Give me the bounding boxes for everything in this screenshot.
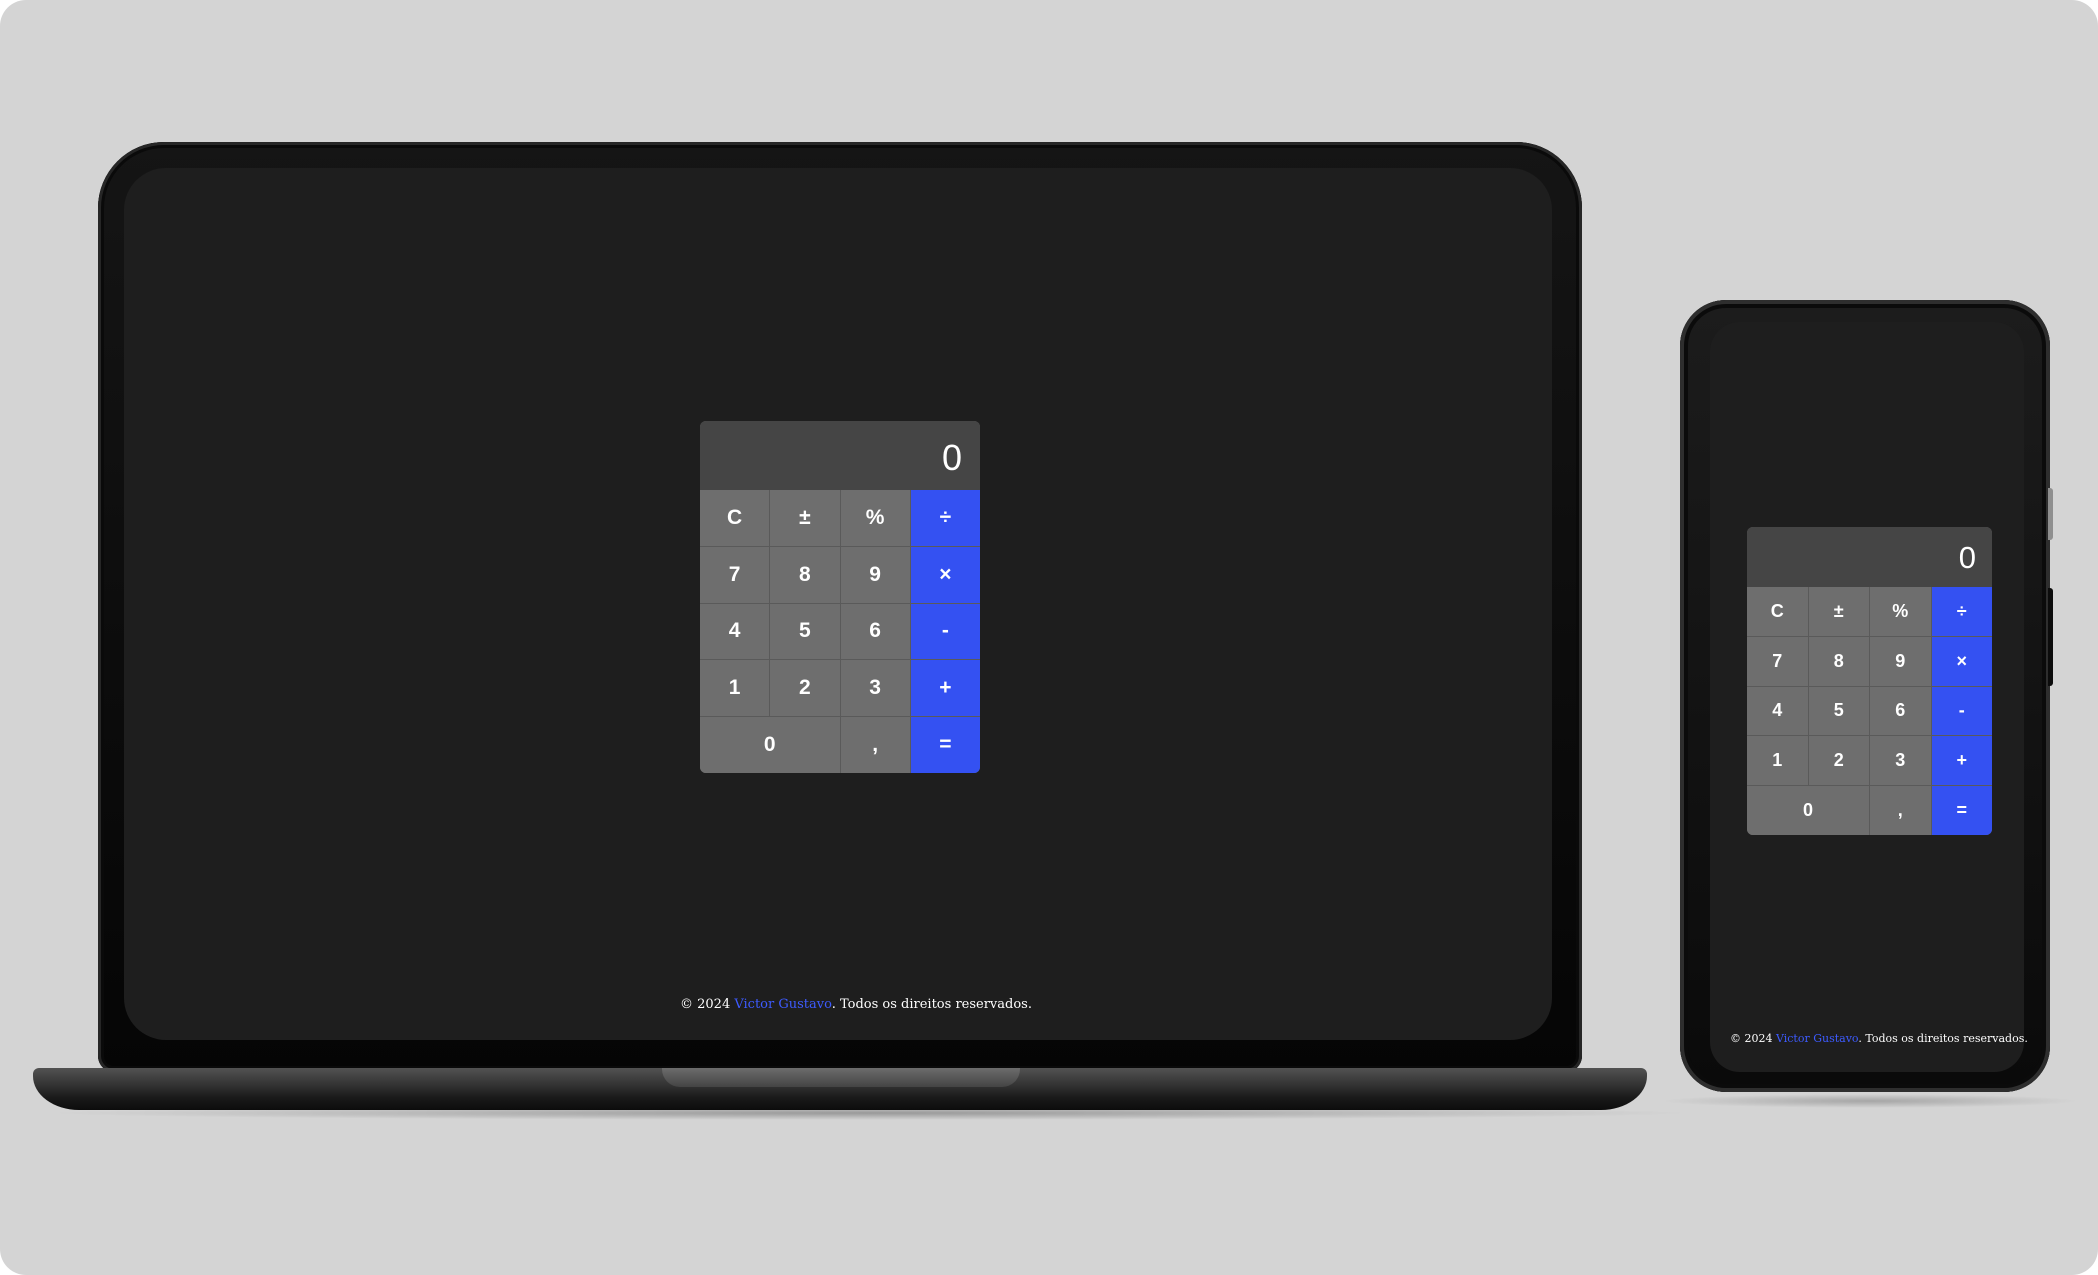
subtract-key[interactable]: -: [910, 603, 980, 660]
mockup-background: 0 C ±% ÷ 7 8 9 × 4 5 6-1 2 3 +0, = © 2024 Victor Gust…: [0, 0, 2098, 1275]
sign-key[interactable]: ±: [770, 490, 840, 546]
calculator-keypad: C ±% ÷ 7 8 9 × 4 5 6- 1 2 3 +0, =: [700, 490, 980, 773]
footer-copyright: © 2024: [680, 997, 735, 1012]
digit-0-key[interactable]: 0: [700, 717, 840, 773]
laptop-footer: © 2024 Victor Gustavo. Todos os direitos…: [680, 997, 1032, 1012]
digit-0-key[interactable]: 0: [1747, 786, 1869, 835]
footer-rights: . Todos os direitos reservados.: [1858, 1032, 2028, 1045]
percent-key[interactable]: %: [1870, 587, 1931, 636]
add-key[interactable]: +: [910, 660, 980, 717]
phone-shadow: [1660, 1094, 2080, 1108]
footer-author-link[interactable]: Victor Gustavo: [734, 997, 831, 1012]
digit-6-key[interactable]: 6: [1870, 686, 1931, 736]
phone-side-button: [2048, 488, 2053, 540]
footer-copyright: © 2024: [1730, 1032, 1776, 1045]
digit-1-key[interactable]: 1: [1747, 736, 1808, 786]
subtract-key[interactable]: -: [1931, 686, 1992, 736]
multiply-key[interactable]: ×: [910, 546, 980, 603]
phone-footer: © 2024 Victor Gustavo. Todos os direitos…: [1730, 1032, 2028, 1045]
add-key[interactable]: +: [1931, 736, 1992, 786]
multiply-key[interactable]: ×: [1931, 636, 1992, 686]
calculator-display: 0: [700, 421, 980, 490]
digit-4-key[interactable]: 4: [700, 603, 770, 660]
digit-8-key[interactable]: 8: [770, 546, 840, 603]
digit-3-key[interactable]: 3: [840, 660, 910, 717]
decimal-key[interactable]: ,: [840, 717, 910, 773]
digit-7-key[interactable]: 7: [700, 546, 770, 603]
digit-2-key[interactable]: 2: [770, 660, 840, 717]
clear-key[interactable]: C: [1747, 587, 1808, 636]
calculator-display: 0: [1747, 527, 1992, 587]
digit-7-key[interactable]: 7: [1747, 636, 1808, 686]
phone-power-button: [2048, 588, 2053, 686]
phone-calculator: 0 C ±% ÷ 7 8 9 × 4 5 6- 1 2 3 +0, =: [1747, 527, 1992, 835]
divide-key[interactable]: ÷: [910, 490, 980, 546]
calculator-keypad: C ±% ÷ 7 8 9 × 4 5 6- 1 2 3 +0, =: [1747, 587, 1992, 835]
footer-author-link[interactable]: Victor Gustavo: [1776, 1032, 1858, 1045]
digit-9-key[interactable]: 9: [840, 546, 910, 603]
digit-4-key[interactable]: 4: [1747, 686, 1808, 736]
decimal-key[interactable]: ,: [1870, 786, 1931, 835]
footer-rights: . Todos os direitos reservados.: [831, 997, 1032, 1012]
laptop-calculator: 0 C ±% ÷ 7 8 9 × 4 5 6- 1 2 3 +0, =: [700, 421, 980, 773]
equals-key[interactable]: =: [910, 717, 980, 773]
digit-9-key[interactable]: 9: [1870, 636, 1931, 686]
sign-key[interactable]: ±: [1808, 587, 1869, 636]
clear-key[interactable]: C: [700, 490, 770, 546]
digit-3-key[interactable]: 3: [1870, 736, 1931, 786]
digit-5-key[interactable]: 5: [770, 603, 840, 660]
equals-key[interactable]: =: [1931, 786, 1992, 835]
digit-2-key[interactable]: 2: [1808, 736, 1869, 786]
digit-1-key[interactable]: 1: [700, 660, 770, 717]
laptop-trackpad-notch: [662, 1068, 1020, 1087]
digit-8-key[interactable]: 8: [1808, 636, 1869, 686]
digit-6-key[interactable]: 6: [840, 603, 910, 660]
digit-5-key[interactable]: 5: [1808, 686, 1869, 736]
percent-key[interactable]: %: [840, 490, 910, 546]
divide-key[interactable]: ÷: [1931, 587, 1992, 636]
